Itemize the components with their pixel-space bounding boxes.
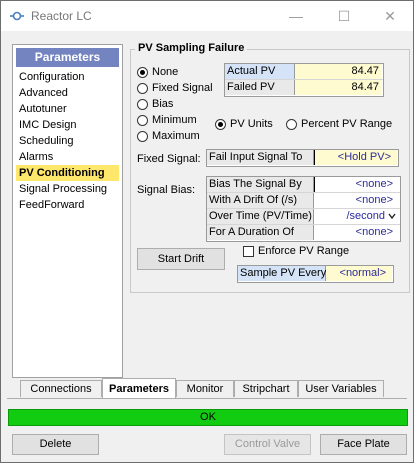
nav-item-imc-design[interactable]: IMC Design <box>16 117 119 133</box>
duration-label: For A Duration Of <box>207 225 314 240</box>
parameters-nav: Parameters Configuration Advanced Autotu… <box>12 44 123 378</box>
radio-fixed-signal[interactable]: Fixed Signal <box>137 81 213 95</box>
status-bar: OK <box>8 409 408 426</box>
actual-pv-label: Actual PV <box>225 64 295 79</box>
tab-user-variables[interactable]: User Variables <box>298 380 384 397</box>
fixed-signal-grid: Fail Input Signal To <Hold PV> <box>206 149 399 167</box>
chevron-down-icon[interactable] <box>388 213 396 220</box>
radio-minimum[interactable]: Minimum <box>137 113 197 127</box>
nav-list: Configuration Advanced Autotuner IMC Des… <box>16 69 119 213</box>
window-title: Reactor LC <box>31 9 92 23</box>
tab-connections[interactable]: Connections <box>20 380 102 397</box>
app-icon <box>10 11 24 21</box>
radio-none[interactable]: None <box>137 65 178 79</box>
tab-parameters[interactable]: Parameters <box>102 378 176 398</box>
radio-label: None <box>152 66 179 79</box>
maximize-button[interactable]: ☐ <box>321 1 367 31</box>
face-plate-button[interactable]: Face Plate <box>320 434 407 455</box>
bias-label: Bias The Signal By <box>207 177 314 192</box>
pv-readout-grid: Actual PV 84.47 Failed PV 84.47 <box>224 63 384 97</box>
nav-item-advanced[interactable]: Advanced <box>16 85 119 101</box>
nav-item-configuration[interactable]: Configuration <box>16 69 119 85</box>
group-title: PV Sampling Failure <box>135 42 248 54</box>
signal-bias-grid: Bias The Signal By <none> With A Drift O… <box>206 176 401 242</box>
sample-value[interactable]: <normal> <box>326 266 392 281</box>
tab-divider <box>7 398 407 399</box>
duration-row: For A Duration Of <none> <box>207 225 400 240</box>
radio-dot <box>137 66 148 78</box>
radio-label: Percent PV Range <box>301 118 393 131</box>
radio-dot <box>286 118 297 130</box>
fixed-signal-field-label: Fail Input Signal To <box>207 150 314 165</box>
drift-value[interactable]: <none> <box>314 193 399 208</box>
delete-button[interactable]: Delete <box>12 434 99 455</box>
drift-row: With A Drift Of (/s) <none> <box>207 193 400 209</box>
start-drift-button[interactable]: Start Drift <box>137 248 225 270</box>
title-bar: Reactor LC — ☐ ✕ <box>1 1 413 31</box>
failed-pv-value: 84.47 <box>295 80 382 95</box>
radio-dot <box>137 114 148 126</box>
radio-dot <box>137 82 148 94</box>
app-window: Reactor LC — ☐ ✕ Parameters Configuratio… <box>0 0 414 463</box>
nav-item-signal-processing[interactable]: Signal Processing <box>16 181 119 197</box>
close-button[interactable]: ✕ <box>367 1 413 31</box>
control-valve-button[interactable]: Control Valve <box>224 434 311 455</box>
sample-grid: Sample PV Every <normal> <box>237 265 394 283</box>
time-unit-select[interactable]: /second <box>314 209 387 224</box>
nav-item-scheduling[interactable]: Scheduling <box>16 133 119 149</box>
fixed-signal-label: Fixed Signal: <box>137 153 201 165</box>
drift-label: With A Drift Of (/s) <box>207 193 314 208</box>
duration-value[interactable]: <none> <box>314 225 399 240</box>
bias-row: Bias The Signal By <none> <box>207 177 400 193</box>
nav-item-autotuner[interactable]: Autotuner <box>16 101 119 117</box>
nav-item-alarms[interactable]: Alarms <box>16 149 119 165</box>
nav-header: Parameters <box>16 48 119 67</box>
failed-pv-row: Failed PV 84.47 <box>225 80 383 95</box>
tab-monitor[interactable]: Monitor <box>176 380 234 397</box>
failed-pv-label: Failed PV <box>225 80 295 95</box>
time-label: Over Time (PV/Time) <box>207 209 314 224</box>
radio-label: Maximum <box>152 130 200 143</box>
client-area: Parameters Configuration Advanced Autotu… <box>1 31 413 462</box>
tab-stripchart[interactable]: Stripchart <box>234 380 298 397</box>
nav-item-pv-conditioning[interactable]: PV Conditioning <box>16 165 119 181</box>
radio-dot <box>215 118 226 130</box>
fixed-signal-row: Fail Input Signal To <Hold PV> <box>207 150 398 165</box>
radio-label: PV Units <box>230 118 273 131</box>
fixed-signal-value[interactable]: <Hold PV> <box>314 150 397 165</box>
radio-pv-units[interactable]: PV Units <box>215 117 273 131</box>
radio-dot <box>137 98 148 110</box>
radio-percent-pv-range[interactable]: Percent PV Range <box>286 117 392 131</box>
radio-bias[interactable]: Bias <box>137 97 173 111</box>
bias-value[interactable]: <none> <box>314 177 399 192</box>
minimize-button[interactable]: — <box>273 1 319 31</box>
sample-row: Sample PV Every <normal> <box>238 266 393 281</box>
checkbox-box <box>243 245 254 257</box>
checkbox-label: Enforce PV Range <box>258 245 350 257</box>
enforce-pv-range-checkbox[interactable]: Enforce PV Range <box>243 245 349 257</box>
actual-pv-value: 84.47 <box>295 64 382 79</box>
time-row: Over Time (PV/Time) /second <box>207 209 400 225</box>
radio-label: Minimum <box>152 114 197 127</box>
sample-label: Sample PV Every <box>238 266 327 281</box>
radio-maximum[interactable]: Maximum <box>137 129 200 143</box>
radio-dot <box>137 130 148 142</box>
radio-label: Fixed Signal <box>152 82 213 95</box>
signal-bias-label: Signal Bias: <box>137 184 196 196</box>
nav-item-feedforward[interactable]: FeedForward <box>16 197 119 213</box>
radio-label: Bias <box>152 98 174 111</box>
actual-pv-row: Actual PV 84.47 <box>225 64 383 80</box>
